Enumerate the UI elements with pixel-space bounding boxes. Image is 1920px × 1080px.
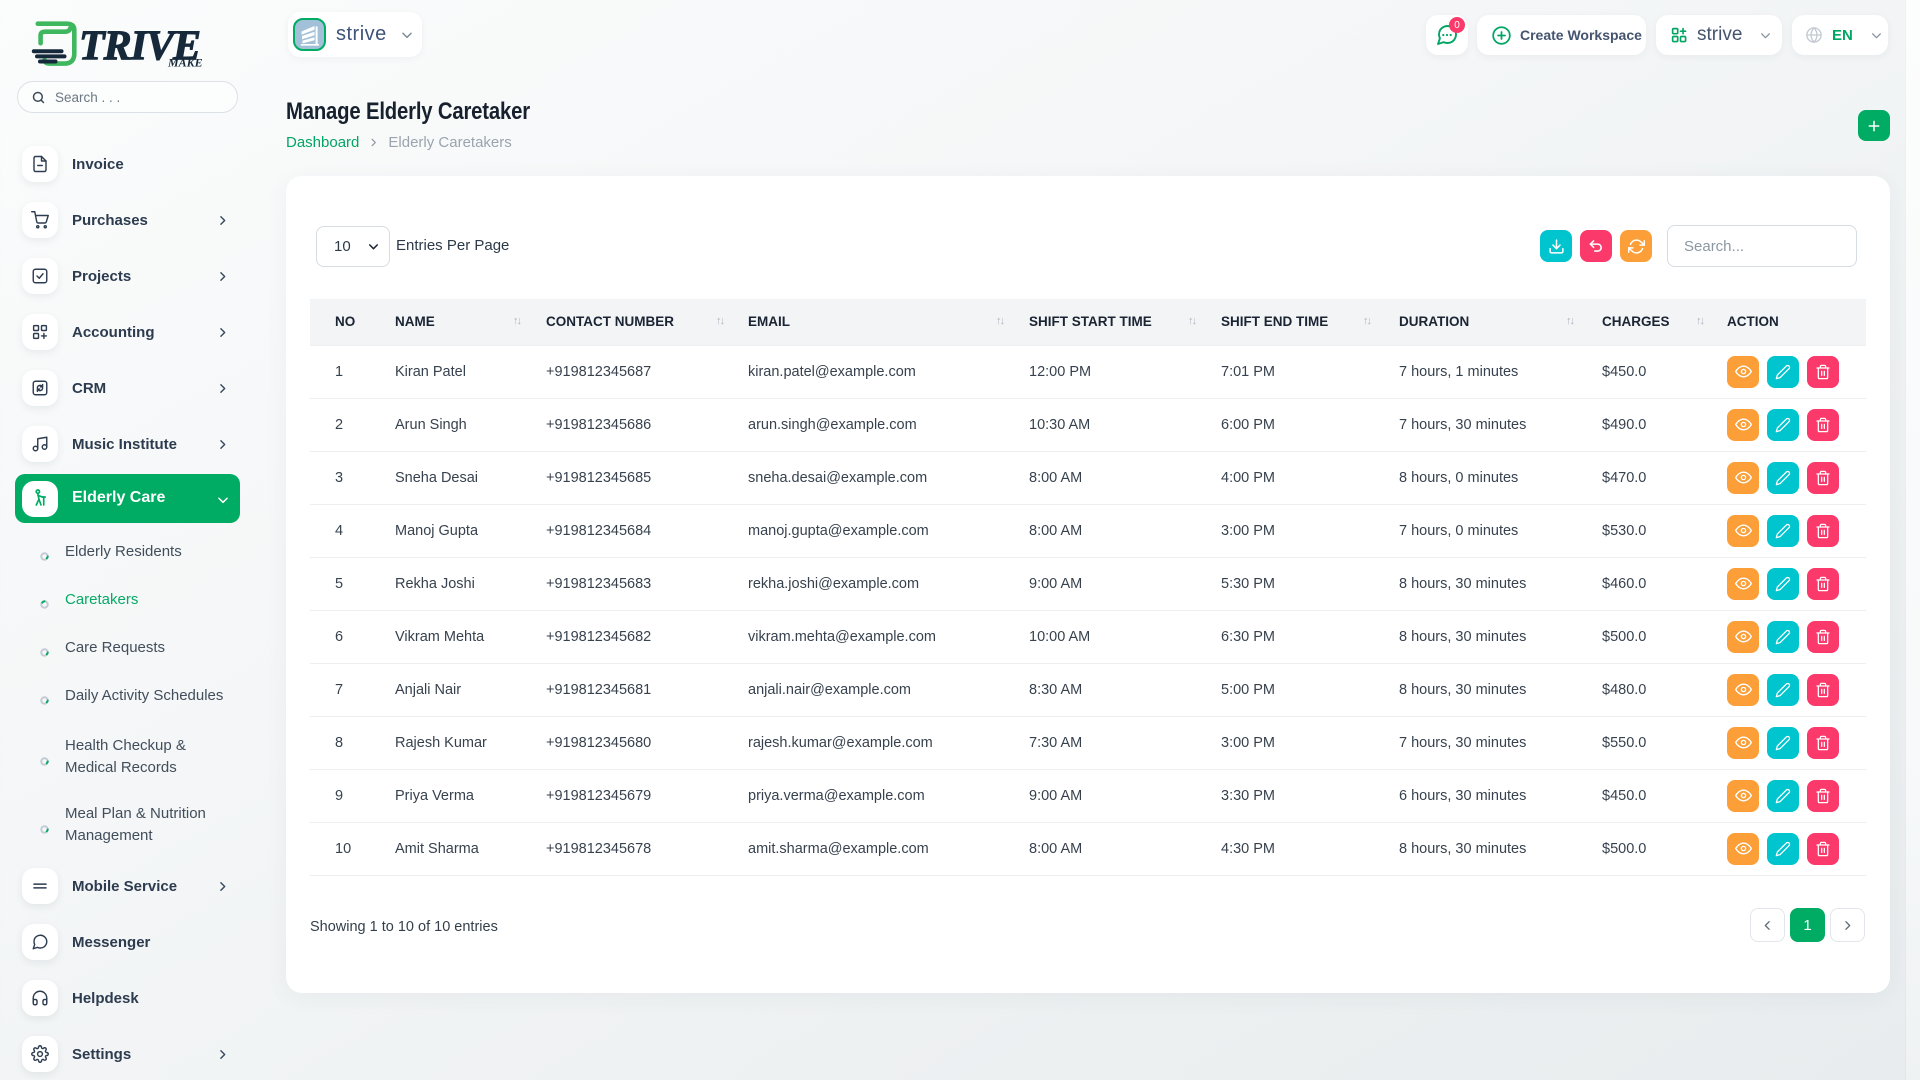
svg-text:MAKE: MAKE (167, 56, 203, 70)
